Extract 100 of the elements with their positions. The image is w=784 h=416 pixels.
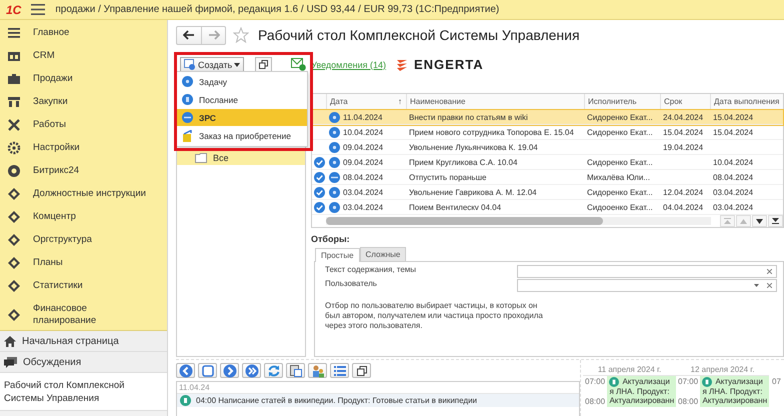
table-cell: Прием нового сотрудника Топорова Е. 15.04	[409, 128, 574, 137]
time-label: 07:00	[584, 376, 606, 388]
table-row[interactable]: 09.04.2024 Увольнение Лукьянчикова К. 19.04 19.04.2024	[312, 140, 783, 156]
table-cell: 10.04.2024	[343, 128, 384, 137]
box-icon	[182, 130, 193, 142]
dropdown-icon[interactable]	[754, 284, 759, 288]
caret-icon	[234, 62, 240, 67]
stop-button[interactable]	[198, 363, 217, 378]
refresh-button[interactable]	[264, 363, 283, 378]
menu-item[interactable]: Задачу	[177, 73, 307, 91]
horizontal-scrollbar[interactable]	[326, 217, 711, 226]
forward-circle-button[interactable]	[220, 363, 239, 378]
table-cell: 12.04.2024	[663, 188, 704, 197]
to-bottom-icon	[772, 218, 779, 224]
sidebar-item[interactable]: Настройки	[0, 136, 167, 159]
fast-forward-button[interactable]	[242, 363, 261, 378]
arrow-right-icon	[208, 30, 220, 40]
table-row[interactable]: 10.04.2024 Прием нового сотрудника Топорова Е. 15.04 Сидоренко Екат... 15.04.2024 15.04.2024	[312, 125, 783, 140]
menu-icon[interactable]	[31, 4, 46, 15]
table-row[interactable]: 09.04.2024 Прием Кругликова С.А. 10.04 Сидоренко Екат... 10.04.2024	[312, 155, 783, 170]
folder-icon	[195, 153, 207, 164]
table-cell: 03.04.2024	[343, 202, 384, 212]
sidebar-item[interactable]: CRM	[0, 44, 167, 67]
sidebar-item[interactable]: Битрикс24	[0, 159, 167, 182]
table-cell: 24.04.2024	[663, 112, 704, 122]
to-top-icon	[724, 218, 731, 224]
table-cell: Поием Вентилескv 04.04	[409, 202, 502, 212]
scroll-down-button[interactable]	[752, 215, 767, 228]
arrow-right-icon	[222, 364, 236, 378]
menu-item[interactable]: Заказ на приобретение	[177, 127, 307, 145]
list-button[interactable]	[330, 363, 349, 378]
sidebar-item[interactable]: Работы	[0, 113, 167, 136]
filter-tab[interactable]: Сложные	[360, 247, 406, 262]
sidebar-item[interactable]: Финансовое планирование	[0, 297, 167, 330]
discussions-item[interactable]: Обсуждения	[0, 352, 167, 373]
table-cell: Внести правки по статьям в wiki	[409, 112, 528, 122]
diamond-icon	[7, 256, 21, 270]
calendar-event[interactable]: Актуализаци я ЛНА. Продукт: Актуализированн	[700, 376, 769, 408]
sidebar-item[interactable]: Комцентр	[0, 205, 167, 228]
clear-icon[interactable]	[767, 283, 772, 288]
table-cell: Михалёва Юли...	[587, 172, 650, 182]
back-circle-button[interactable]	[176, 363, 195, 378]
create-dropdown[interactable]: Создать	[180, 57, 244, 72]
table-cell: 11.04.2024	[343, 112, 382, 122]
ring-icon	[7, 164, 21, 178]
square-icon	[200, 364, 214, 378]
calendar-event[interactable]: Актуализаци я ЛНА. Продукт: Актуализированн	[607, 376, 676, 408]
table-row[interactable]: 08.04.2024 Отпустить пораньше Михалёва Юли... 08.04.2024	[312, 170, 783, 186]
sidebar-item[interactable]: Планы	[0, 251, 167, 274]
time-label: 08:00	[584, 396, 606, 408]
time-label: 07:00	[677, 376, 700, 388]
list-icon	[332, 364, 346, 378]
tree-item[interactable]: Все	[177, 151, 305, 166]
table-row[interactable]: 03.04.2024 Увольнение Гаврикова А. М. 12.04 Сидоренко Екат... 12.04.2024 03.04.2024	[312, 185, 783, 200]
table-cell: 04.04.2024	[663, 202, 704, 212]
table-cell: 03.04.2024	[713, 202, 754, 212]
cross-icon	[7, 118, 21, 132]
filter-tab[interactable]: Простые	[315, 248, 360, 262]
clear-icon[interactable]	[767, 269, 772, 274]
table-cell: Прием Кругликова С.А. 10.04	[409, 158, 518, 167]
field-label: Пользователь	[325, 279, 377, 288]
table-cell: Увольнение Лукьянчикова К. 19.04	[409, 142, 538, 152]
arrow-left-icon	[178, 364, 192, 378]
table-cell: 15.04.2024	[663, 128, 704, 137]
field-label: Текст содержания, темы	[325, 265, 416, 274]
sidebar-item[interactable]: Закупки	[0, 90, 167, 113]
brand-logo-icon	[394, 58, 409, 72]
table-cell: 15.04.2024	[713, 128, 754, 137]
time-label: 08:00	[677, 396, 700, 408]
circle-icon	[182, 112, 193, 123]
sidebar-item[interactable]: Продажи	[0, 67, 167, 90]
copy-button[interactable]	[255, 57, 272, 72]
table-cell: Сидоренко Екат...	[587, 158, 653, 167]
filter-field[interactable]	[517, 265, 777, 278]
star-icon[interactable]	[233, 27, 249, 44]
page-title: Рабочий стол Комплексной Системы Управления	[258, 27, 580, 44]
menu-item[interactable]: ЗРС	[177, 109, 307, 127]
table-cell: Сидоренко Екат...	[587, 128, 653, 137]
table-row[interactable]: 03.04.2024 Поием Вентилескv 04.04 Сидооенко Екат... 04.04.2024 03.04.2024	[312, 200, 783, 216]
feed-item[interactable]: 04:00 Написание статей в википедии. Продукт: Готовые статьи в википедии	[177, 394, 579, 408]
paste-button[interactable]	[286, 363, 305, 378]
sidebar-item[interactable]: Оргструктура	[0, 228, 167, 251]
filters-title: Отборы:	[311, 234, 351, 244]
home-icon	[4, 336, 16, 346]
table-row[interactable]: 11.04.2024 Внести правки по статьям в wiki Сидоренко Екат... 24.04.2024 15.04.2024	[312, 110, 783, 126]
home-item[interactable]: Начальная страница	[0, 331, 167, 352]
up-triangle-icon	[740, 218, 747, 224]
sidebar-item[interactable]: Статистики	[0, 274, 167, 297]
filter-hint: Отбор по пользователю выбирает частицы, в которых он был автором, получателем или частица просто проходила через этого пользователя.	[325, 301, 544, 332]
copy-window-button[interactable]	[352, 363, 371, 378]
table-cell: 08.04.2024	[713, 172, 754, 182]
notifications-link[interactable]: Уведомления (14)	[311, 60, 386, 70]
sidebar-item[interactable]: Должностные инструкции	[0, 182, 167, 205]
event-icon	[609, 377, 620, 388]
event-icon	[180, 395, 191, 406]
filter-field[interactable]	[517, 279, 777, 292]
sidebar-item[interactable]: Главное	[0, 21, 167, 44]
table-cell: 09.04.2024	[343, 158, 384, 167]
scroll-bottom-button[interactable]	[768, 215, 783, 228]
people-button[interactable]	[308, 363, 327, 378]
